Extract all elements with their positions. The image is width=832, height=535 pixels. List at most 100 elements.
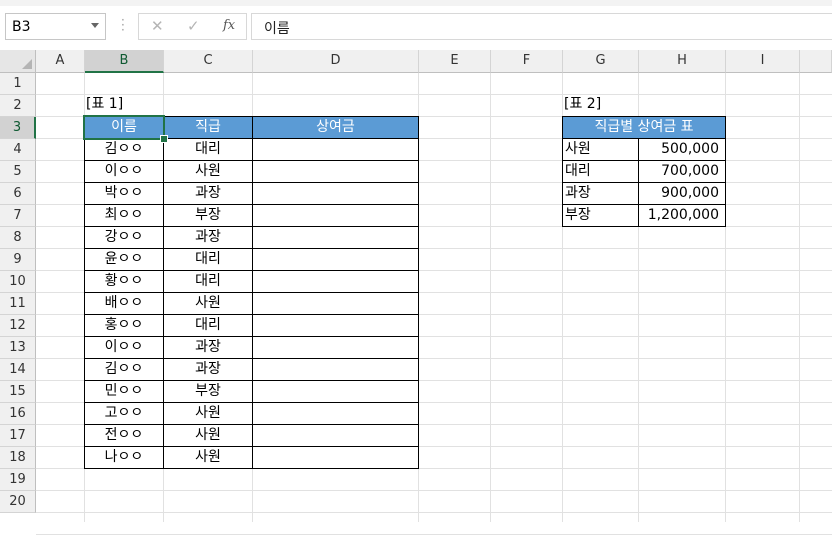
row-header-14[interactable]: 14 [0, 359, 36, 381]
table1-cell[interactable]: 부장 [163, 380, 253, 403]
table1-cell[interactable]: 부장 [163, 204, 253, 227]
table1-cell[interactable]: 과장 [163, 336, 253, 359]
row-header-16[interactable]: 16 [0, 403, 36, 425]
table1-cell[interactable] [252, 160, 419, 183]
row-header-5[interactable]: 5 [0, 161, 36, 183]
table1-cell[interactable]: 이ㅇㅇ [84, 336, 164, 359]
column-header-a[interactable]: A [36, 50, 85, 73]
row-header-10[interactable]: 10 [0, 271, 36, 293]
row-header-19[interactable]: 19 [0, 469, 36, 491]
column-header-g[interactable]: G [563, 50, 639, 73]
select-all-button[interactable] [0, 50, 36, 73]
table1-cell[interactable]: 강ㅇㅇ [84, 226, 164, 249]
table1-cell[interactable]: 사원 [163, 424, 253, 447]
table2-rank-cell[interactable]: 과장 [562, 182, 639, 205]
table2-amount-cell[interactable]: 900,000 [638, 182, 726, 205]
table1-cell[interactable]: 대리 [163, 248, 253, 271]
column-header-b[interactable]: B [85, 50, 164, 73]
row-header-4[interactable]: 4 [0, 139, 36, 161]
row-header-9[interactable]: 9 [0, 249, 36, 271]
row-header-15[interactable]: 15 [0, 381, 36, 403]
table2-amount-cell[interactable]: 500,000 [638, 138, 726, 161]
row-header-20[interactable]: 20 [0, 491, 36, 513]
table1-cell[interactable]: 대리 [163, 138, 253, 161]
column-header-f[interactable]: F [491, 50, 563, 73]
row-header-18[interactable]: 18 [0, 447, 36, 469]
table2-amount-cell[interactable]: 700,000 [638, 160, 726, 183]
table1-cell[interactable]: 전ㅇㅇ [84, 424, 164, 447]
row-header-12[interactable]: 12 [0, 315, 36, 337]
table1-cell[interactable]: 나ㅇㅇ [84, 446, 164, 469]
table1-cell[interactable]: 사원 [163, 292, 253, 315]
table1-cell[interactable]: 홍ㅇㅇ [84, 314, 164, 337]
column-header-partial[interactable] [800, 50, 832, 73]
table1-cell[interactable]: 고ㅇㅇ [84, 402, 164, 425]
chevron-down-icon[interactable] [91, 23, 99, 28]
table1-cell[interactable] [252, 402, 419, 425]
table1-cell[interactable]: 김ㅇㅇ [84, 358, 164, 381]
table1-header-cell[interactable]: 이름 [84, 116, 164, 139]
drag-handle-icon[interactable]: · · · [121, 14, 125, 36]
table2-rank-cell[interactable]: 사원 [562, 138, 639, 161]
formula-input[interactable]: 이름 [251, 13, 832, 40]
row-header-17[interactable]: 17 [0, 425, 36, 447]
fill-handle[interactable] [160, 135, 168, 143]
table1-cell[interactable]: 이ㅇㅇ [84, 160, 164, 183]
table2-label[interactable]: [표 2] [562, 94, 639, 117]
table1-cell[interactable] [252, 270, 419, 293]
table2-title[interactable]: 직급별 상여금 표 [562, 116, 726, 139]
table2-amount-cell[interactable]: 1,200,000 [638, 204, 726, 227]
table1-cell[interactable]: 사원 [163, 160, 253, 183]
enter-icon[interactable]: ✓ [187, 17, 200, 35]
table1-cell[interactable] [252, 314, 419, 337]
table2-rank-cell[interactable]: 부장 [562, 204, 639, 227]
table1-header-cell[interactable]: 상여금 [252, 116, 419, 139]
row-header-2[interactable]: 2 [0, 95, 36, 117]
spreadsheet-grid: A B C D E F G H I 1 2 3 4 5 6 7 8 9 10 11 12 13 14 15 16 17 18 19 20… [0, 50, 832, 535]
column-header-h[interactable]: H [639, 50, 726, 73]
column-header-d[interactable]: D [253, 50, 419, 73]
table1-cell[interactable] [252, 226, 419, 249]
table1-label[interactable]: [표 1] [84, 94, 164, 117]
table1-cell[interactable]: 과장 [163, 182, 253, 205]
table1-cell[interactable]: 사원 [163, 446, 253, 469]
row-header-11[interactable]: 11 [0, 293, 36, 315]
table1-cell[interactable]: 대리 [163, 314, 253, 337]
row-header-8[interactable]: 8 [0, 227, 36, 249]
table1-cell[interactable]: 과장 [163, 358, 253, 381]
column-header-e[interactable]: E [419, 50, 491, 73]
table1-cell[interactable]: 대리 [163, 270, 253, 293]
table1-cell[interactable] [252, 138, 419, 161]
table1-cell[interactable]: 민ㅇㅇ [84, 380, 164, 403]
table1-cell[interactable]: 김ㅇㅇ [84, 138, 164, 161]
table1-cell[interactable] [252, 336, 419, 359]
table1-cell[interactable] [252, 182, 419, 205]
table1-cell[interactable] [252, 446, 419, 469]
table1-header-cell[interactable]: 직급 [163, 116, 253, 139]
row-header-3[interactable]: 3 [0, 117, 36, 139]
row-header-6[interactable]: 6 [0, 183, 36, 205]
table1-cell[interactable] [252, 358, 419, 381]
row-header-7[interactable]: 7 [0, 205, 36, 227]
table1-cell[interactable]: 사원 [163, 402, 253, 425]
table1-cell[interactable] [252, 380, 419, 403]
table1-cell[interactable] [252, 292, 419, 315]
table1-cell[interactable]: 배ㅇㅇ [84, 292, 164, 315]
table1-cell[interactable] [252, 248, 419, 271]
row-header-1[interactable]: 1 [0, 73, 36, 95]
column-header-c[interactable]: C [164, 50, 253, 73]
row-header-13[interactable]: 13 [0, 337, 36, 359]
insert-function-icon[interactable]: fx [223, 18, 235, 33]
table1-cell[interactable]: 윤ㅇㅇ [84, 248, 164, 271]
cancel-icon[interactable]: ✕ [151, 17, 164, 35]
table1-cell[interactable] [252, 204, 419, 227]
gridline [490, 73, 491, 522]
table1-cell[interactable]: 박ㅇㅇ [84, 182, 164, 205]
table1-cell[interactable]: 과장 [163, 226, 253, 249]
table2-rank-cell[interactable]: 대리 [562, 160, 639, 183]
name-box[interactable]: B3 [5, 13, 106, 40]
table1-cell[interactable]: 최ㅇㅇ [84, 204, 164, 227]
table1-cell[interactable] [252, 424, 419, 447]
column-header-i[interactable]: I [726, 50, 800, 73]
table1-cell[interactable]: 황ㅇㅇ [84, 270, 164, 293]
